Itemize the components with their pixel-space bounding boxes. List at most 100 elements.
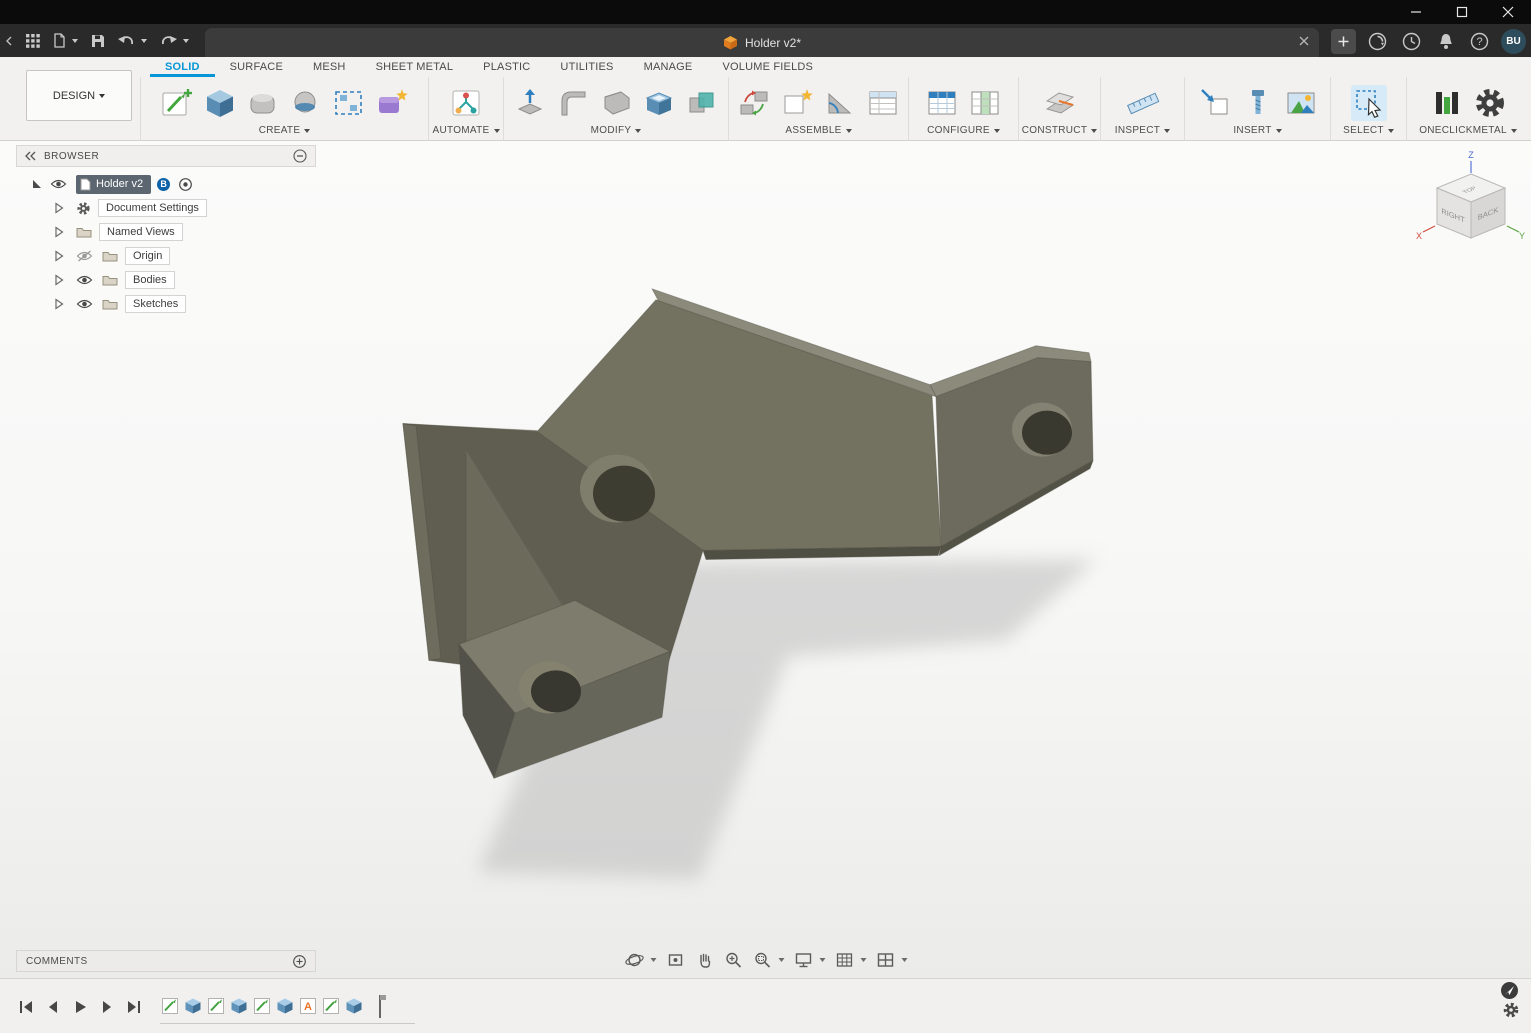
zoom-window-button[interactable] — [751, 949, 785, 971]
timeline-play-button[interactable] — [70, 997, 89, 1016]
tab-surface[interactable]: SURFACE — [215, 57, 298, 77]
workspace-switcher[interactable]: DESIGN — [26, 70, 132, 121]
browser-row-document-settings[interactable]: Document Settings — [16, 196, 316, 220]
browser-row-root[interactable]: Holder v2 B — [16, 172, 316, 196]
chamfer-icon[interactable] — [598, 85, 634, 121]
tree-item-label[interactable]: Named Views — [99, 223, 183, 241]
job-status-button[interactable] — [1365, 29, 1390, 54]
tab-sheet-metal[interactable]: SHEET METAL — [361, 57, 469, 77]
save-button[interactable] — [91, 34, 105, 48]
group-dropdown-oneclickmetal[interactable]: ONECLICKMETAL — [1419, 125, 1517, 136]
document-tab[interactable]: Holder v2* — [205, 28, 1319, 57]
bom-table-icon[interactable] — [865, 85, 901, 121]
display-settings-button[interactable] — [792, 949, 826, 971]
shell-icon[interactable] — [641, 85, 677, 121]
tab-plastic[interactable]: PLASTIC — [468, 57, 545, 77]
window-close-button[interactable] — [1485, 0, 1531, 24]
fillet-icon[interactable] — [555, 85, 591, 121]
group-dropdown-configure[interactable]: CONFIGURE — [927, 125, 1000, 136]
visibility-eye-icon[interactable] — [50, 178, 67, 190]
preferences-gear-button[interactable] — [1502, 1001, 1520, 1024]
orbit-button[interactable] — [623, 949, 657, 971]
timeline-step-back-button[interactable] — [43, 997, 62, 1016]
timeline-go-to-end-button[interactable] — [124, 997, 143, 1016]
insert-derive-icon[interactable] — [1197, 85, 1233, 121]
tree-item-label[interactable]: Sketches — [125, 295, 187, 313]
app-grid-button[interactable] — [26, 33, 40, 48]
sketch-feature-icon[interactable] — [206, 996, 225, 1015]
new-tab-button[interactable] — [1331, 28, 1356, 54]
select-tool-icon[interactable] — [1350, 84, 1387, 121]
create-coil-icon[interactable] — [288, 85, 324, 121]
expand-chevron-icon[interactable] — [54, 226, 65, 238]
expand-chevron-icon[interactable] — [54, 202, 65, 214]
group-dropdown-automate[interactable]: AUTOMATE — [432, 125, 500, 136]
canvas-image-icon[interactable] — [1283, 85, 1319, 121]
sketch-feature-icon[interactable] — [252, 996, 271, 1015]
combine-icon[interactable] — [684, 85, 720, 121]
tab-volume-fields[interactable]: VOLUME FIELDS — [707, 57, 828, 77]
create-box-icon[interactable] — [202, 85, 238, 121]
text-feature-icon[interactable]: A — [298, 996, 317, 1015]
activity-history-button[interactable] — [1399, 29, 1424, 54]
add-comment-icon[interactable] — [293, 954, 306, 968]
timeline-zoom-track[interactable] — [160, 1023, 415, 1024]
comments-bar[interactable]: COMMENTS — [16, 950, 316, 972]
automate-icon[interactable] — [448, 85, 484, 121]
minimize-panel-icon[interactable] — [293, 149, 307, 163]
viewcube[interactable]: Z TOP RIGHT BACK X Y — [1414, 144, 1528, 258]
construct-plane-icon[interactable] — [1042, 85, 1078, 121]
extrude-feature-icon[interactable] — [275, 996, 294, 1015]
activate-component-icon[interactable] — [178, 177, 193, 192]
group-dropdown-construct[interactable]: CONSTRUCT — [1022, 125, 1098, 136]
visibility-off-eye-icon[interactable] — [76, 250, 93, 262]
redo-button[interactable] — [160, 34, 189, 47]
grid-settings-button[interactable] — [833, 949, 867, 971]
undo-button[interactable] — [118, 34, 147, 47]
extrude-feature-icon[interactable] — [183, 996, 202, 1015]
zoom-button[interactable] — [722, 949, 744, 971]
timeline-position-marker[interactable] — [373, 994, 387, 1018]
collapse-panel-icon[interactable] — [25, 151, 37, 161]
create-plastic-form-icon[interactable] — [374, 85, 410, 121]
new-component-icon[interactable] — [779, 85, 815, 121]
extrude-feature-icon[interactable] — [344, 996, 363, 1015]
tab-manage[interactable]: MANAGE — [629, 57, 708, 77]
create-form-icon[interactable] — [245, 85, 281, 121]
notifications-button[interactable] — [1433, 29, 1458, 54]
share-button[interactable] — [1501, 982, 1518, 999]
group-dropdown-inspect[interactable]: INSPECT — [1115, 125, 1171, 136]
configuration-table-icon[interactable] — [924, 85, 960, 121]
tab-solid[interactable]: SOLID — [150, 57, 215, 77]
group-dropdown-insert[interactable]: INSERT — [1233, 125, 1282, 136]
create-pattern-icon[interactable] — [331, 85, 367, 121]
group-dropdown-create[interactable]: CREATE — [259, 125, 311, 136]
configure-features-icon[interactable] — [967, 85, 1003, 121]
browser-row-named-views[interactable]: Named Views — [16, 220, 316, 244]
tree-item-label[interactable]: Origin — [125, 247, 171, 265]
look-at-button[interactable] — [664, 949, 686, 971]
tab-mesh[interactable]: MESH — [298, 57, 361, 77]
browser-row-bodies[interactable]: Bodies — [16, 268, 316, 292]
user-avatar[interactable]: BU — [1501, 28, 1526, 54]
tab-close-button[interactable] — [1299, 35, 1309, 49]
settings-gear-icon[interactable] — [1472, 85, 1508, 121]
timeline-go-to-start-button[interactable] — [16, 997, 35, 1016]
tab-utilities[interactable]: UTILITIES — [545, 57, 628, 77]
sketch-feature-icon[interactable] — [160, 996, 179, 1015]
tree-item-label[interactable]: Document Settings — [98, 199, 207, 217]
browser-root-item[interactable]: Holder v2 — [76, 174, 152, 194]
tree-item-label[interactable]: Bodies — [125, 271, 175, 289]
window-maximize-button[interactable] — [1439, 0, 1485, 24]
oneclickmetal-icon[interactable] — [1429, 85, 1465, 121]
expand-root-icon[interactable] — [30, 178, 42, 190]
create-sketch-icon[interactable] — [159, 85, 195, 121]
expand-chevron-icon[interactable] — [54, 298, 65, 310]
extrude-feature-icon[interactable] — [229, 996, 248, 1015]
press-pull-icon[interactable] — [512, 85, 548, 121]
fastener-icon[interactable] — [1240, 85, 1276, 121]
group-dropdown-select[interactable]: SELECT — [1343, 125, 1394, 136]
browser-row-origin[interactable]: Origin — [16, 244, 316, 268]
viewports-button[interactable] — [874, 949, 908, 971]
measure-icon[interactable] — [1125, 85, 1161, 121]
